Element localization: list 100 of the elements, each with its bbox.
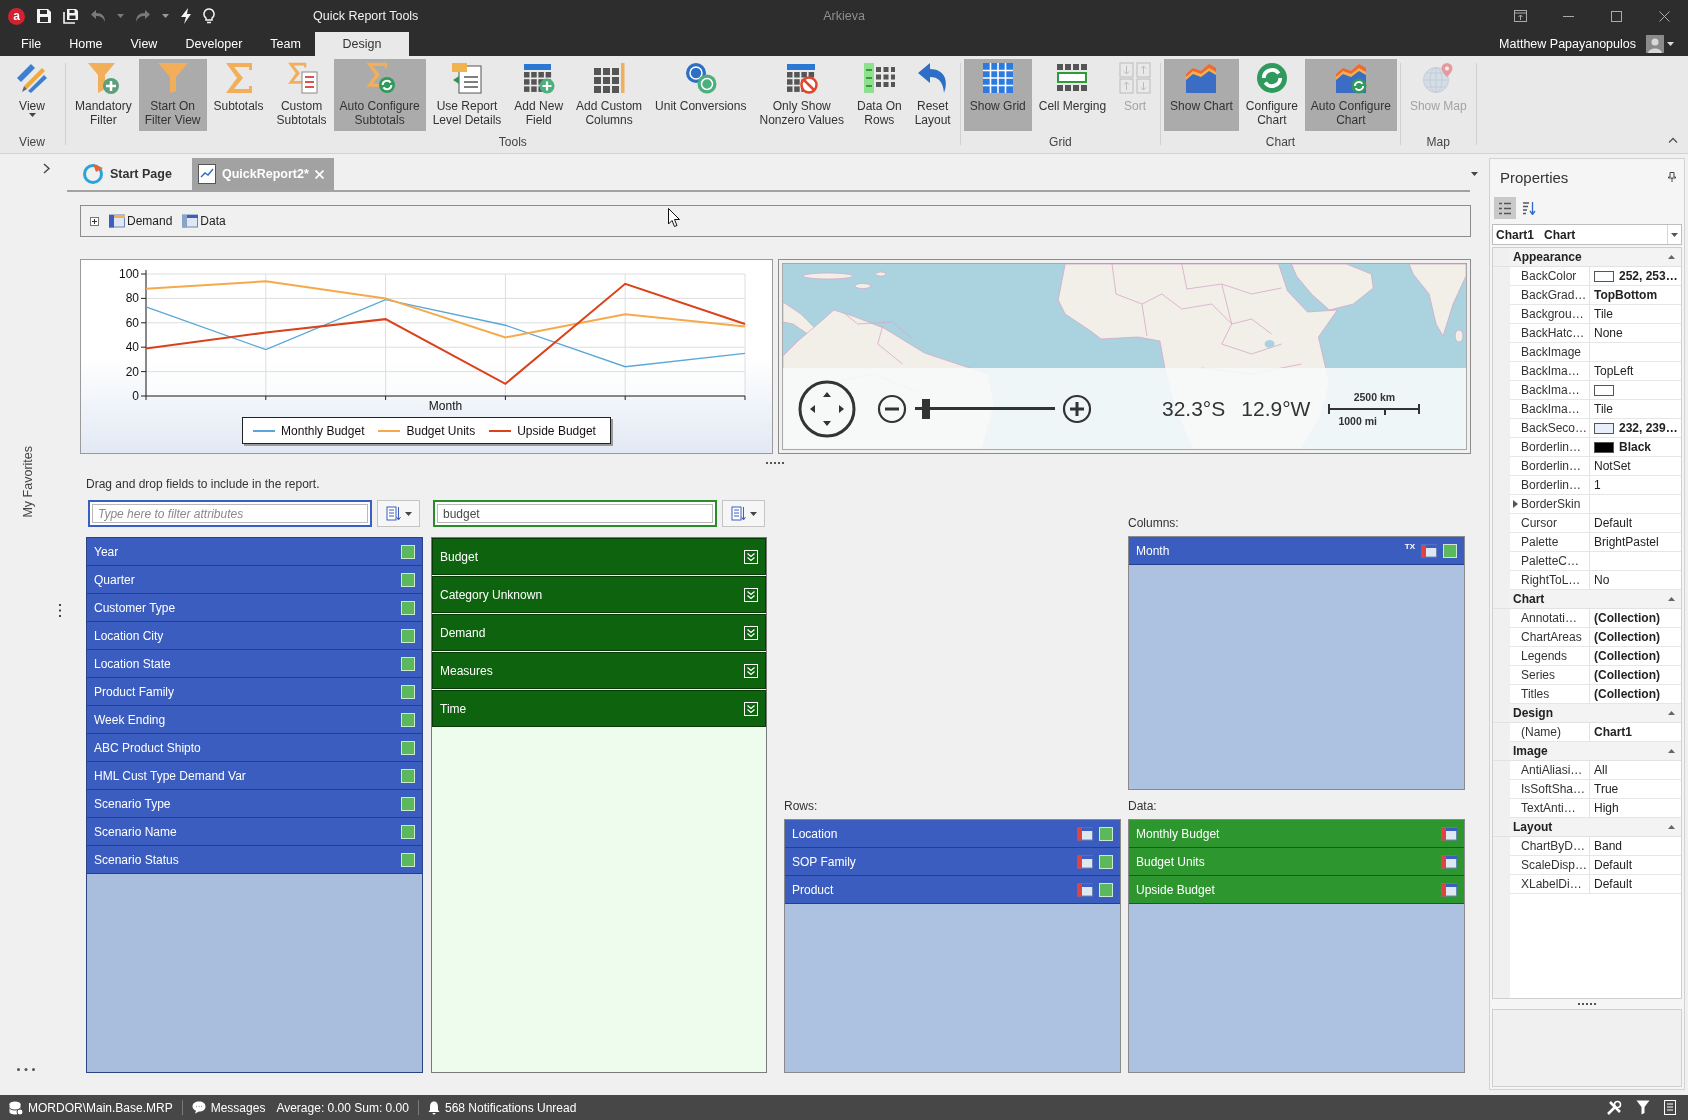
- measure-group-item[interactable]: Demand: [432, 614, 766, 651]
- collapse-icon[interactable]: [1668, 711, 1675, 715]
- zoom-in-icon[interactable]: [1062, 393, 1092, 424]
- ribbon-button[interactable]: Auto Configure Subtotals: [333, 59, 426, 131]
- collapse-icon[interactable]: [1668, 749, 1675, 753]
- checkbox-icon[interactable]: [401, 656, 415, 671]
- attribute-item[interactable]: Quarter: [87, 566, 422, 594]
- measure-group-item[interactable]: Budget: [432, 538, 766, 575]
- filter-input[interactable]: Type here to filter attributes: [88, 500, 372, 527]
- ribbon-button[interactable]: Use Report Level Details: [426, 59, 508, 131]
- property-row[interactable]: ScaleDisp… Default: [1510, 856, 1681, 875]
- ribbon-button[interactable]: Auto Configure Chart: [1304, 59, 1397, 131]
- checkbox-icon[interactable]: [401, 796, 415, 811]
- attribute-item[interactable]: Scenario Type: [87, 790, 422, 818]
- ribbon-button[interactable]: Configure Chart: [1239, 59, 1304, 131]
- ribbon-button[interactable]: Reset Layout: [908, 59, 957, 131]
- menu-tab[interactable]: Developer: [171, 32, 257, 56]
- property-row[interactable]: RightToL… No: [1510, 571, 1681, 590]
- checkbox-icon[interactable]: [401, 684, 415, 699]
- menu-tab[interactable]: Design: [314, 32, 409, 56]
- menu-tab[interactable]: Team: [256, 32, 315, 56]
- property-row[interactable]: Palette BrightPastel: [1510, 533, 1681, 552]
- ribbon-button[interactable]: Custom Subtotals: [270, 59, 333, 131]
- ribbon-button[interactable]: Unit Conversions: [649, 59, 753, 131]
- collapse-icon[interactable]: [1668, 597, 1675, 601]
- filter-icon[interactable]: [1636, 1100, 1650, 1115]
- property-row[interactable]: Borderlin… NotSet: [1510, 457, 1681, 476]
- property-row[interactable]: BorderSkin: [1510, 495, 1681, 514]
- property-row[interactable]: Legends (Collection): [1510, 647, 1681, 666]
- property-row[interactable]: BackGrad… TopBottom: [1510, 286, 1681, 305]
- menu-tab[interactable]: Home: [55, 32, 117, 56]
- measure-group-item[interactable]: Measures: [432, 652, 766, 689]
- tools-icon[interactable]: [1606, 1099, 1622, 1116]
- sidebar-tab[interactable]: My Favorites: [21, 446, 35, 518]
- property-row[interactable]: BackIma…: [1510, 381, 1681, 400]
- menu-tab[interactable]: File: [7, 32, 56, 56]
- data-field-item[interactable]: Budget Units: [1129, 848, 1464, 876]
- lightning-icon[interactable]: [180, 8, 192, 24]
- field-options-button[interactable]: [377, 500, 420, 527]
- navigation-pad-icon[interactable]: [798, 379, 856, 438]
- property-row[interactable]: BackIma… TopLeft: [1510, 362, 1681, 381]
- object-selector[interactable]: Chart1 Chart: [1492, 224, 1682, 245]
- redo-icon[interactable]: [135, 9, 151, 23]
- checkbox-icon[interactable]: [1443, 543, 1457, 558]
- filter-input[interactable]: budget: [433, 500, 717, 527]
- document-tab[interactable]: Start Page: [76, 158, 186, 190]
- app-logo[interactable]: a: [8, 7, 25, 25]
- measure-group-item[interactable]: Time: [432, 690, 766, 727]
- attribute-item[interactable]: Customer Type: [87, 594, 422, 622]
- bell-icon[interactable]: [427, 1100, 440, 1115]
- checkbox-icon[interactable]: [401, 572, 415, 587]
- collapse-icon[interactable]: [1668, 255, 1675, 259]
- property-row[interactable]: Annotati… (Collection): [1510, 609, 1681, 628]
- checkbox-icon[interactable]: [401, 740, 415, 755]
- chat-bubble-icon[interactable]: [191, 1101, 206, 1114]
- checkbox-icon[interactable]: [401, 600, 415, 615]
- checkbox-icon[interactable]: [1099, 826, 1113, 841]
- collapse-ribbon-icon[interactable]: [1668, 137, 1678, 143]
- pin-icon[interactable]: [1668, 172, 1676, 182]
- attribute-item[interactable]: Year: [87, 538, 422, 566]
- property-row[interactable]: Cursor Default: [1510, 514, 1681, 533]
- ribbon-button[interactable]: Add New Field: [508, 59, 570, 131]
- data-field-item[interactable]: Monthly Budget: [1129, 820, 1464, 848]
- chevron-right-icon[interactable]: [43, 163, 50, 174]
- checkbox-icon[interactable]: [401, 852, 415, 867]
- property-row[interactable]: Titles (Collection): [1510, 685, 1681, 704]
- measure-group-item[interactable]: Category Unknown: [432, 576, 766, 613]
- checkbox-icon[interactable]: [1099, 854, 1113, 869]
- property-row[interactable]: (Name) Chart1: [1510, 723, 1681, 742]
- property-row[interactable]: IsSoftSha… True: [1510, 780, 1681, 799]
- property-row[interactable]: Borderlin… Black: [1510, 438, 1681, 457]
- column-field-item[interactable]: Month TX: [1129, 537, 1464, 565]
- attribute-item[interactable]: Location State: [87, 650, 422, 678]
- document-icon[interactable]: [1664, 1100, 1676, 1115]
- property-row[interactable]: BackHatc… None: [1510, 324, 1681, 343]
- ribbon-button[interactable]: Mandatory Filter: [69, 59, 138, 131]
- ribbon-button[interactable]: Show Chart: [1164, 59, 1239, 131]
- property-row[interactable]: ChartByD… Band: [1510, 837, 1681, 856]
- property-row[interactable]: XLabelDi… Default: [1510, 875, 1681, 894]
- more-icon[interactable]: [17, 1068, 35, 1071]
- breadcrumb-item[interactable]: Data: [182, 214, 226, 228]
- zoom-out-icon[interactable]: [877, 393, 907, 424]
- undo-icon[interactable]: [90, 9, 106, 23]
- field-options-button[interactable]: [722, 500, 765, 527]
- checkbox-icon[interactable]: [401, 768, 415, 783]
- property-row[interactable]: Series (Collection): [1510, 666, 1681, 685]
- property-row[interactable]: BackSeco… 232, 239…: [1510, 419, 1681, 438]
- row-field-item[interactable]: SOP Family: [785, 848, 1120, 876]
- property-row[interactable]: AntiAliasi… All: [1510, 761, 1681, 780]
- property-row[interactable]: BackColor 252, 253…: [1510, 267, 1681, 286]
- ribbon-button[interactable]: Start On Filter View: [138, 59, 207, 131]
- property-row[interactable]: Backgrou… Tile: [1510, 305, 1681, 324]
- attribute-item[interactable]: Scenario Status: [87, 846, 422, 874]
- expand-arrow-icon[interactable]: [1513, 500, 1518, 508]
- attribute-item[interactable]: Scenario Name: [87, 818, 422, 846]
- checkbox-icon[interactable]: [401, 824, 415, 839]
- view-mode-button[interactable]: [1494, 197, 1516, 219]
- ribbon-button[interactable]: Show Grid: [963, 59, 1032, 131]
- checkbox-icon[interactable]: [401, 628, 415, 643]
- property-row[interactable]: TextAnti… High: [1510, 799, 1681, 818]
